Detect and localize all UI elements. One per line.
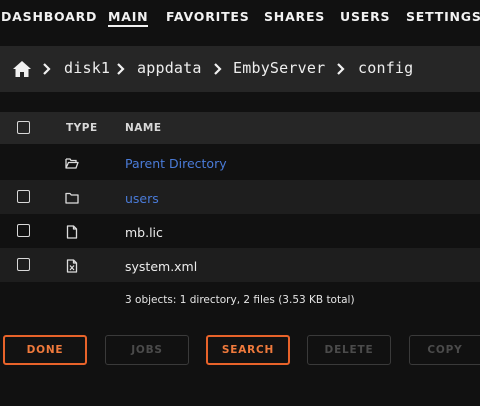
row-checkbox-users[interactable] xyxy=(17,190,30,203)
table-row-parent[interactable]: Parent Directory xyxy=(0,146,480,180)
select-all-checkbox[interactable] xyxy=(17,121,30,134)
folder-icon xyxy=(65,192,79,204)
file-name-systemxml[interactable]: system.xml xyxy=(125,259,197,274)
chevron-right-icon xyxy=(117,63,125,75)
nav-dashboard[interactable]: DASHBOARD xyxy=(1,9,97,24)
table-row-mblic[interactable]: mb.lic xyxy=(0,214,480,248)
column-name[interactable]: NAME xyxy=(125,122,162,134)
xml-file-icon xyxy=(66,259,78,273)
row-checkbox-mblic[interactable] xyxy=(17,224,30,237)
home-icon[interactable] xyxy=(12,60,32,78)
breadcrumb-config[interactable]: config xyxy=(358,59,413,77)
column-type[interactable]: TYPE xyxy=(66,122,98,134)
nav-shares[interactable]: SHARES xyxy=(264,9,325,24)
nav-settings[interactable]: SETTINGS xyxy=(406,9,480,24)
done-button[interactable]: DONE xyxy=(3,335,87,365)
chevron-right-icon xyxy=(337,63,345,75)
chevron-right-icon xyxy=(214,63,222,75)
parent-directory-link[interactable]: Parent Directory xyxy=(125,156,227,171)
chevron-right-icon xyxy=(43,63,51,75)
folder-open-icon xyxy=(65,158,79,169)
delete-button[interactable]: DELETE xyxy=(307,335,391,365)
search-button[interactable]: SEARCH xyxy=(206,335,290,365)
file-icon xyxy=(66,225,78,239)
nav-users[interactable]: USERS xyxy=(340,9,390,24)
top-navigation: DASHBOARD MAIN FAVORITES SHARES USERS SE… xyxy=(0,0,480,34)
breadcrumb: disk1 appdata EmbyServer config xyxy=(0,46,480,92)
jobs-button[interactable]: JOBS xyxy=(105,335,189,365)
file-name-mblic[interactable]: mb.lic xyxy=(125,225,163,240)
breadcrumb-disk1[interactable]: disk1 xyxy=(64,59,110,77)
nav-main[interactable]: MAIN xyxy=(108,9,149,27)
breadcrumb-embyserver[interactable]: EmbyServer xyxy=(233,59,325,77)
table-row-systemxml[interactable]: system.xml xyxy=(0,248,480,282)
folder-link-users[interactable]: users xyxy=(125,191,159,206)
directory-summary: 3 objects: 1 directory, 2 files (3.53 KB… xyxy=(125,294,355,306)
breadcrumb-appdata[interactable]: appdata xyxy=(137,59,202,77)
copy-button[interactable]: COPY xyxy=(409,335,480,365)
table-header: TYPE NAME xyxy=(0,112,480,144)
table-row-users[interactable]: users xyxy=(0,180,480,214)
row-checkbox-systemxml[interactable] xyxy=(17,258,30,271)
nav-favorites[interactable]: FAVORITES xyxy=(166,9,250,24)
